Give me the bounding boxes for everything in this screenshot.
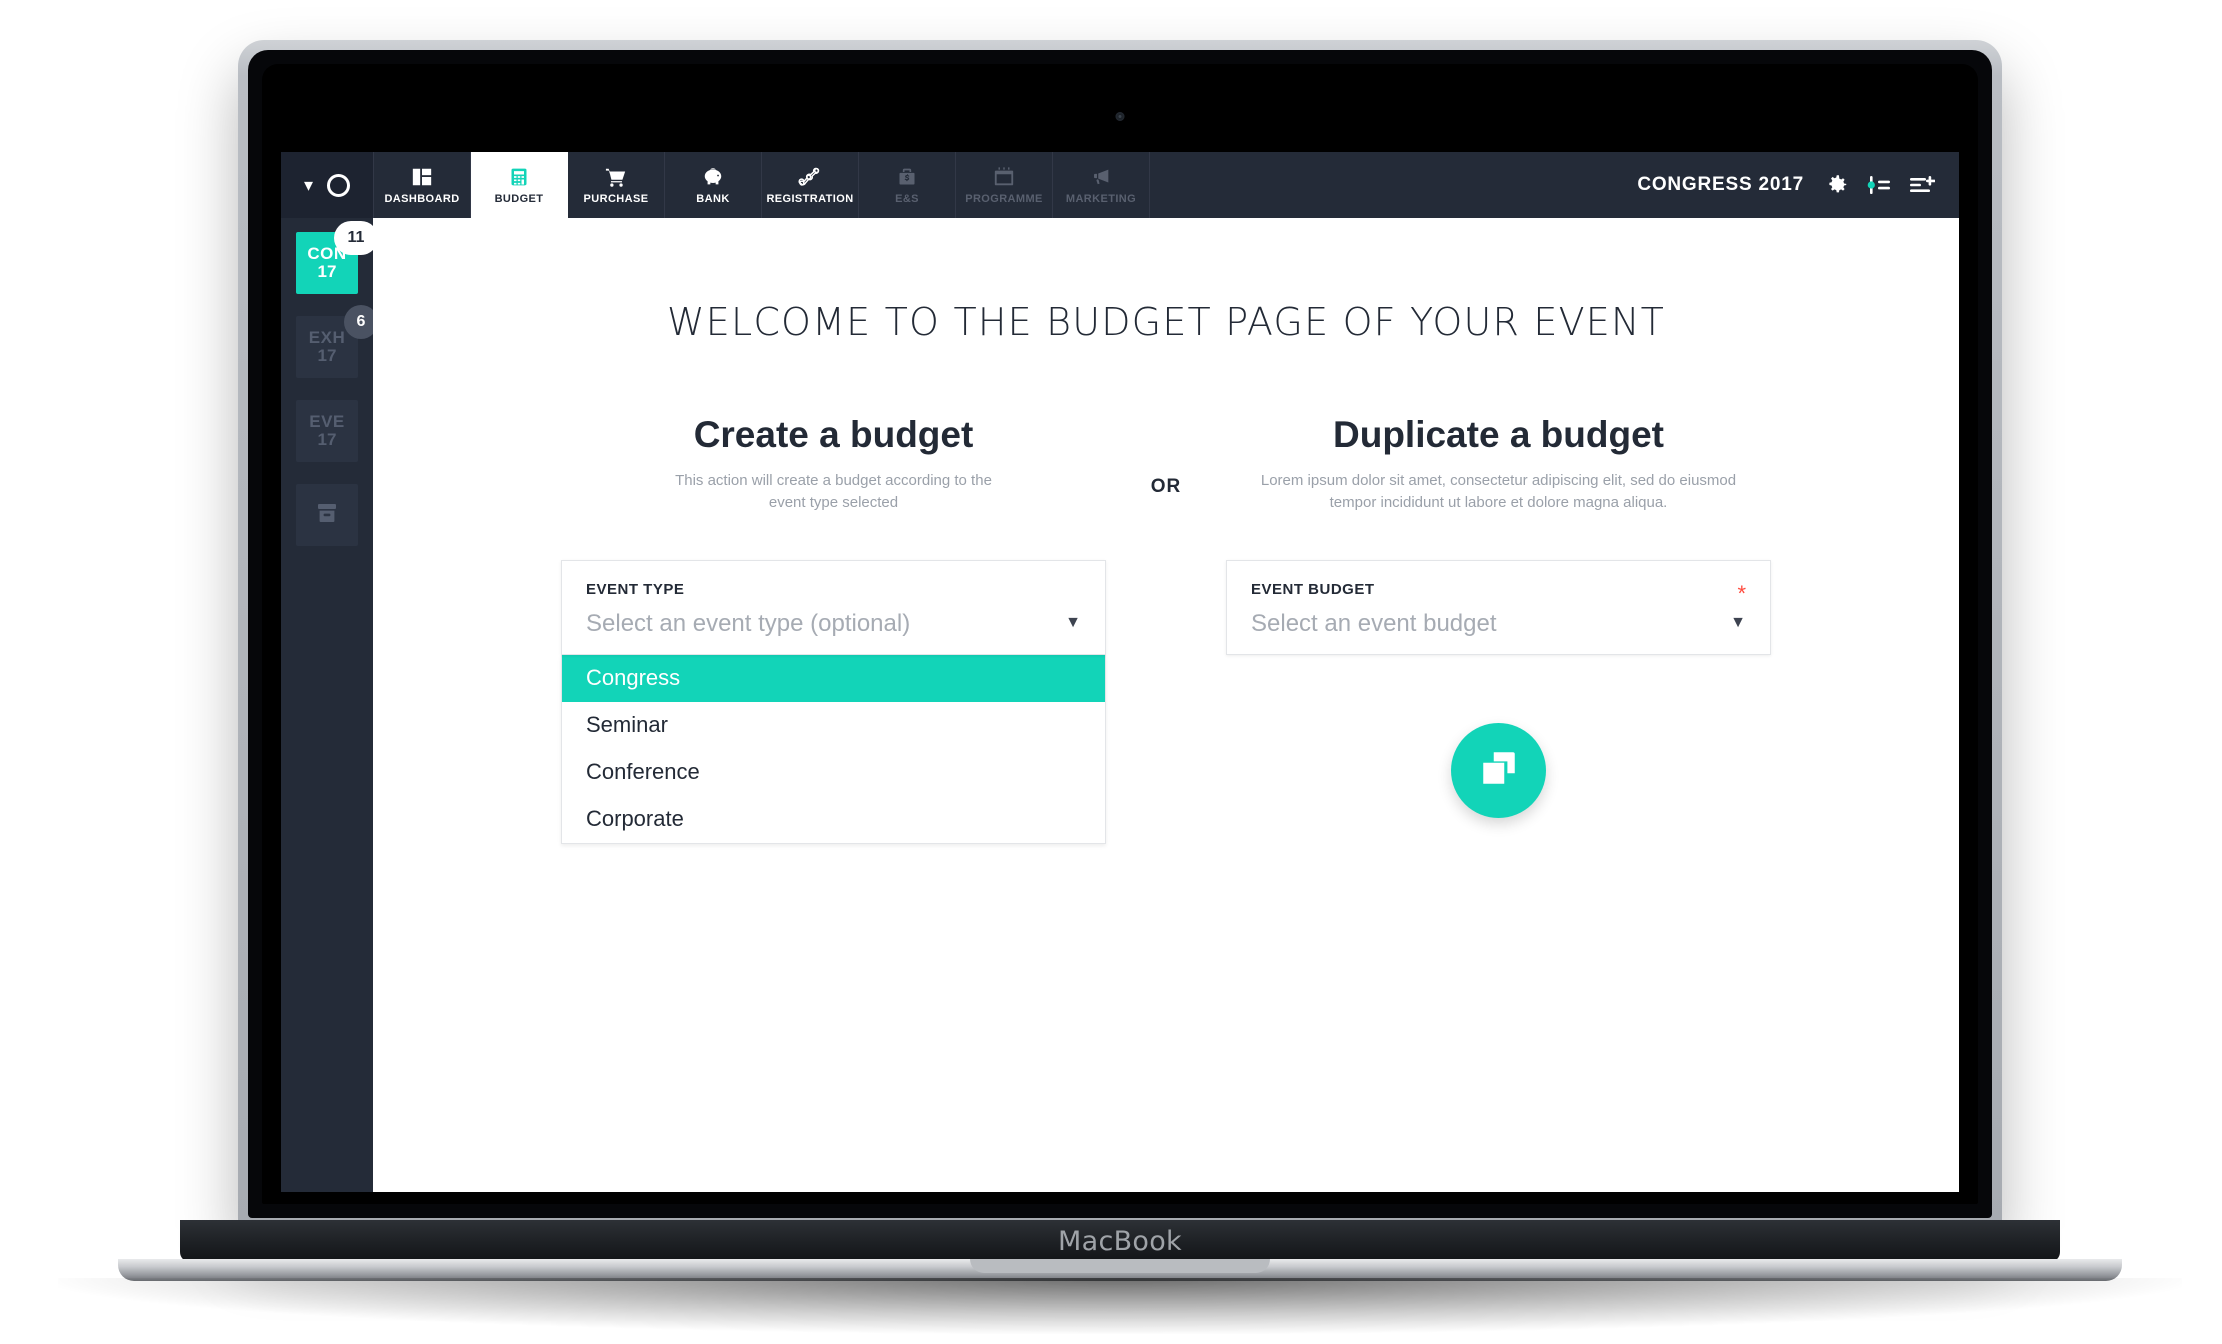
duplicate-budget-button[interactable]	[1451, 722, 1546, 818]
option-label: Congress	[586, 665, 681, 690]
option-congress[interactable]: Congress	[562, 654, 1105, 702]
duplicate-budget-panel: Duplicate a budget Lorem ipsum dolor sit…	[1226, 414, 1771, 818]
piggy-bank-icon	[701, 165, 725, 189]
required-asterisk: *	[1737, 580, 1746, 606]
create-budget-heading: Create a budget	[693, 414, 974, 455]
add-list-icon[interactable]	[1909, 175, 1935, 195]
main-content: WELCOME TO THE BUDGET PAGE OF YOUR EVENT…	[373, 218, 1959, 1192]
calculator-icon	[509, 165, 529, 189]
caret-down-icon[interactable]: ▼	[1065, 614, 1081, 632]
option-label: Seminar	[586, 712, 668, 737]
nav-right-actions: CONGRESS 2017	[1637, 152, 1959, 218]
sidebar-item-line1: EXH	[308, 328, 346, 348]
nav-left-controls[interactable]: ▾	[281, 152, 373, 218]
calendar-icon	[993, 165, 1015, 189]
briefcase-dollar-icon	[897, 165, 917, 189]
tab-programme[interactable]: PROGRAMME	[956, 152, 1053, 218]
settings-gear-icon[interactable]	[1827, 174, 1849, 196]
create-budget-subtitle: This action will create a budget accordi…	[675, 472, 992, 511]
tab-label: PROGRAMME	[965, 193, 1043, 205]
app-body: CON 17 11 EXH 17 6 EVE 17 WELCOME TO THE…	[281, 218, 1959, 1192]
sidebar-item-con17[interactable]: CON 17 11	[296, 221, 378, 294]
event-type-value: Select an event type (optional)	[586, 609, 911, 637]
sidebar-item-archive[interactable]	[296, 484, 358, 546]
option-corporate[interactable]: Corporate	[562, 796, 1105, 843]
tab-purchase[interactable]: PURCHASE	[568, 152, 665, 218]
tab-registration[interactable]: REGISTRATION	[762, 152, 859, 218]
budget-options-columns: Create a budget This action will create …	[373, 414, 1959, 844]
tab-label: BANK	[696, 193, 730, 205]
duplicate-budget-subtitle: Lorem ipsum dolor sit amet, consectetur …	[1260, 472, 1737, 511]
tab-label: DASHBOARD	[384, 193, 460, 205]
laptop-lid: ▾ DASHBOARD BUDGET PURCHASE BANK REGISTR…	[238, 40, 2002, 1228]
event-type-select-wrap: EVENT TYPE Select an event type (optiona…	[561, 559, 1106, 844]
event-budget-select-wrap: EVENT BUDGET Select an event budget * ▼	[1226, 559, 1771, 655]
tab-marketing[interactable]: MARKETING	[1053, 152, 1150, 218]
sidebar-item-line1: EVE	[309, 412, 345, 432]
tab-bank[interactable]: BANK	[665, 152, 762, 218]
option-conference[interactable]: Conference	[562, 749, 1105, 796]
event-budget-select[interactable]: EVENT BUDGET Select an event budget * ▼	[1226, 559, 1771, 655]
or-label: OR	[1150, 476, 1182, 497]
sidebar-item-line2: 17	[317, 346, 337, 365]
macbook-device: ▾ DASHBOARD BUDGET PURCHASE BANK REGISTR…	[58, 40, 2182, 1334]
screenshot-stage: ▾ DASHBOARD BUDGET PURCHASE BANK REGISTR…	[0, 0, 2222, 1344]
sidebar-item-exh17[interactable]: EXH 17 6	[296, 305, 378, 378]
page-title: WELCOME TO THE BUDGET PAGE OF YOUR EVENT	[666, 300, 1666, 344]
tab-label: BUDGET	[494, 193, 544, 205]
event-budget-value: Select an event budget	[1251, 609, 1497, 637]
tab-es[interactable]: E&S	[859, 152, 956, 218]
sidebar-badge: 11	[334, 221, 378, 255]
top-navbar: ▾ DASHBOARD BUDGET PURCHASE BANK REGISTR…	[281, 152, 1959, 218]
duplicate-icon	[1478, 747, 1520, 794]
circle-icon[interactable]	[327, 173, 351, 197]
event-budget-label: EVENT BUDGET	[1251, 580, 1375, 598]
caret-down-icon[interactable]: ▼	[1730, 614, 1746, 632]
option-label: Conference	[586, 759, 700, 784]
user-settings-icon[interactable]	[1866, 175, 1892, 195]
megaphone-icon	[1089, 165, 1113, 189]
sidebar-item-line2: 17	[317, 262, 337, 281]
tab-dashboard[interactable]: DASHBOARD	[373, 152, 471, 218]
event-type-label: EVENT TYPE	[586, 580, 685, 598]
line-chart-icon	[797, 165, 823, 189]
archive-box-icon	[314, 501, 340, 530]
dashboard-icon	[411, 165, 433, 189]
device-label: MacBook	[1058, 1226, 1182, 1257]
or-divider: OR	[1106, 414, 1226, 498]
event-type-options-list: Congress Seminar Conference Corporate	[561, 654, 1106, 844]
tab-label: REGISTRATION	[766, 193, 854, 205]
tab-label: PURCHASE	[583, 193, 649, 205]
option-seminar[interactable]: Seminar	[562, 702, 1105, 749]
tab-label: E&S	[895, 193, 919, 205]
duplicate-budget-heading: Duplicate a budget	[1333, 414, 1664, 455]
laptop-shadow	[58, 1278, 2182, 1334]
tab-label: MARKETING	[1065, 193, 1137, 205]
event-type-select[interactable]: EVENT TYPE Select an event type (optiona…	[561, 559, 1106, 655]
tab-budget[interactable]: BUDGET	[471, 152, 568, 218]
laptop-lid-inner: ▾ DASHBOARD BUDGET PURCHASE BANK REGISTR…	[248, 50, 1992, 1218]
sidebar-item-line2: 17	[317, 430, 337, 449]
sidebar-item-eve17[interactable]: EVE 17	[296, 400, 358, 462]
webcam-icon	[1115, 112, 1125, 121]
shopping-cart-icon	[604, 165, 628, 189]
browser-viewport: ▾ DASHBOARD BUDGET PURCHASE BANK REGISTR…	[281, 152, 1959, 1192]
chevron-down-icon[interactable]: ▾	[304, 176, 313, 194]
create-budget-panel: Create a budget This action will create …	[561, 414, 1106, 844]
event-name-label: CONGRESS 2017	[1637, 174, 1804, 195]
laptop-base: MacBook	[180, 1220, 2060, 1262]
nav-tabs: DASHBOARD BUDGET PURCHASE BANK REGISTRAT…	[373, 152, 1150, 218]
event-sidebar: CON 17 11 EXH 17 6 EVE 17	[281, 218, 378, 1192]
option-label: Corporate	[586, 806, 684, 831]
screen-bezel: ▾ DASHBOARD BUDGET PURCHASE BANK REGISTR…	[262, 64, 1978, 1204]
